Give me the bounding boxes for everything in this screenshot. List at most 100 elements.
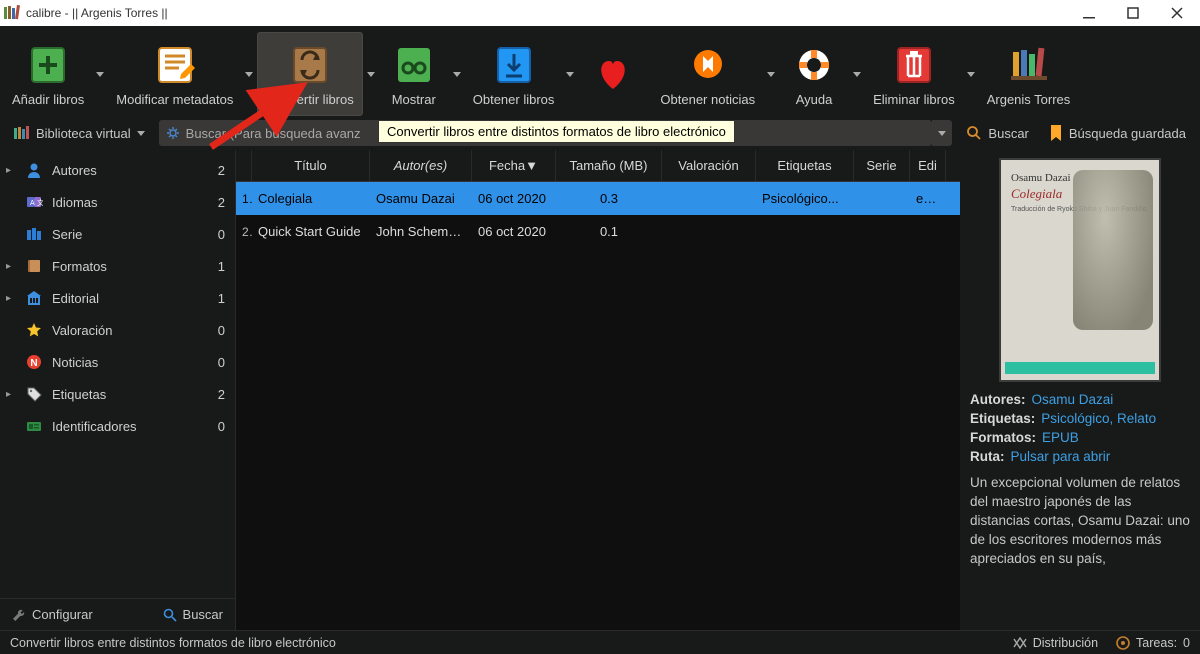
sidebar-item-serie[interactable]: Serie0 [0, 218, 235, 250]
cell-titulo: Colegiala [252, 191, 370, 206]
svg-text:文: 文 [37, 198, 43, 207]
jobs-button[interactable]: Tareas: 0 [1116, 636, 1190, 650]
meta-key: Formatos: [970, 430, 1036, 445]
tag-browser-sidebar: ▸Autores2A文Idiomas2Serie0▸Formatos1▸Edit… [0, 150, 236, 630]
books-icon [14, 125, 30, 141]
edit-label: Modificar metadatos [116, 92, 233, 111]
chevron-down-icon [367, 72, 375, 77]
search-history-dropdown[interactable] [932, 120, 952, 146]
column-header-autor[interactable]: Autor(es) [370, 150, 472, 181]
wrench-icon [12, 608, 26, 622]
view-dropdown[interactable] [449, 32, 465, 116]
cell-titulo: Quick Start Guide [252, 224, 370, 239]
column-header-edi[interactable]: Edi [910, 150, 946, 181]
library-button[interactable]: Argenis Torres [979, 32, 1079, 116]
sidebar-item-label: Editorial [52, 291, 203, 306]
sidebar-item-count: 2 [211, 163, 225, 178]
maximize-button[interactable] [1122, 2, 1144, 24]
sidebar-item-identificadores[interactable]: Identificadores0 [0, 410, 235, 442]
table-row[interactable]: 1ColegialaOsamu Dazai06 oct 20200.3Psico… [236, 182, 960, 215]
meta-value[interactable]: EPUB [1042, 430, 1079, 445]
search-button[interactable]: Buscar [960, 121, 1034, 145]
news-button[interactable]: Obtener noticias [652, 32, 763, 116]
tooltip: Convertir libros entre distintos formato… [378, 120, 735, 143]
cell-edi: ePul [910, 191, 946, 206]
get-dropdown[interactable] [562, 32, 578, 116]
column-header-num[interactable] [236, 150, 252, 181]
view-button[interactable]: Mostrar [379, 32, 449, 116]
search-row: Biblioteca virtual Buscar (Para búsqueda… [0, 116, 1200, 150]
column-header-fecha[interactable]: Fecha▼ [472, 150, 556, 181]
close-button[interactable] [1166, 2, 1188, 24]
sidebar-item-editorial[interactable]: ▸Editorial1 [0, 282, 235, 314]
sidebar-item-valoración[interactable]: Valoración0 [0, 314, 235, 346]
sidebar-item-autores[interactable]: ▸Autores2 [0, 154, 235, 186]
svg-text:A: A [30, 200, 35, 207]
saved-search-button[interactable]: Búsqueda guardada [1043, 121, 1192, 145]
chevron-down-icon [137, 131, 145, 136]
edit-button[interactable]: Modificar metadatos [108, 32, 241, 116]
help-button[interactable]: Ayuda [779, 32, 849, 116]
magnifier-icon [966, 125, 982, 141]
format-icon [24, 257, 44, 275]
heart-icon [587, 49, 639, 95]
virtual-library-button[interactable]: Biblioteca virtual [8, 121, 151, 145]
add-label: Añadir libros [12, 92, 84, 111]
cell-autor: Osamu Dazai [370, 191, 472, 206]
meta-value[interactable]: Pulsar para abrir [1011, 449, 1111, 464]
status-bar: Convertir libros entre distintos formato… [0, 630, 1200, 654]
sidebar-item-label: Etiquetas [52, 387, 203, 402]
meta-value[interactable]: Osamu Dazai [1032, 392, 1114, 407]
layout-button[interactable]: Distribución [1013, 636, 1098, 650]
delete-button[interactable]: Eliminar libros [865, 32, 963, 116]
edit-dropdown[interactable] [241, 32, 257, 116]
table-row[interactable]: 2Quick Start GuideJohn Schember06 oct 20… [236, 215, 960, 248]
sidebar-search-button[interactable]: Buscar [163, 607, 223, 622]
meta-value[interactable]: Psicológico, Relato [1041, 411, 1156, 426]
sidebar-search-label: Buscar [183, 607, 223, 622]
column-header-tam[interactable]: Tamaño (MB) [556, 150, 662, 181]
column-header-val[interactable]: Valoración [662, 150, 756, 181]
sidebar-item-noticias[interactable]: NNoticias0 [0, 346, 235, 378]
sidebar-item-idiomas[interactable]: A文Idiomas2 [0, 186, 235, 218]
cell-fecha: 06 oct 2020 [472, 191, 556, 206]
sidebar-item-label: Serie [52, 227, 203, 242]
convert-button[interactable]: Convertir libros [257, 32, 362, 116]
sidebar-item-formatos[interactable]: ▸Formatos1 [0, 250, 235, 282]
column-label: Fecha [489, 158, 525, 173]
trash-book-icon [888, 42, 940, 88]
sidebar-item-label: Formatos [52, 259, 203, 274]
chevron-down-icon [767, 72, 775, 77]
chevron-down-icon [96, 72, 104, 77]
lifering-icon [788, 42, 840, 88]
help-dropdown[interactable] [849, 32, 865, 116]
jobs-label: Tareas: [1136, 636, 1177, 650]
add-button[interactable]: Añadir libros [4, 32, 92, 116]
main-toolbar: Añadir libros Modificar metadatos Converti… [0, 26, 1200, 116]
column-header-ser[interactable]: Serie [854, 150, 910, 181]
search-placeholder: Buscar (Para búsqueda avanz [186, 126, 361, 141]
chevron-down-icon [453, 72, 461, 77]
tag-icon [24, 385, 44, 403]
lang-icon: A文 [24, 193, 44, 211]
add-dropdown[interactable] [92, 32, 108, 116]
heart-button[interactable] [578, 32, 648, 116]
app-icon [4, 5, 20, 21]
glasses-icon [388, 42, 440, 88]
cell-etq: Psicológico... [756, 191, 854, 206]
chevron-down-icon [938, 131, 946, 136]
configure-button[interactable]: Configurar [12, 607, 93, 622]
column-header-etq[interactable]: Etiquetas [756, 150, 854, 181]
book-cover[interactable]: Osamu Dazai Colegiala Traducción de Ryok… [999, 158, 1161, 382]
news-dropdown[interactable] [763, 32, 779, 116]
delete-dropdown[interactable] [963, 32, 979, 116]
minimize-button[interactable] [1078, 2, 1100, 24]
get-button[interactable]: Obtener libros [465, 32, 563, 116]
column-header-titulo[interactable]: Título [252, 150, 370, 181]
cell-num: 1 [236, 192, 252, 206]
convert-book-icon [284, 42, 336, 88]
convert-dropdown[interactable] [363, 32, 379, 116]
jobs-count: 0 [1183, 636, 1190, 650]
sidebar-item-etiquetas[interactable]: ▸Etiquetas2 [0, 378, 235, 410]
window-titlebar: calibre - || Argenis Torres || [0, 0, 1200, 26]
